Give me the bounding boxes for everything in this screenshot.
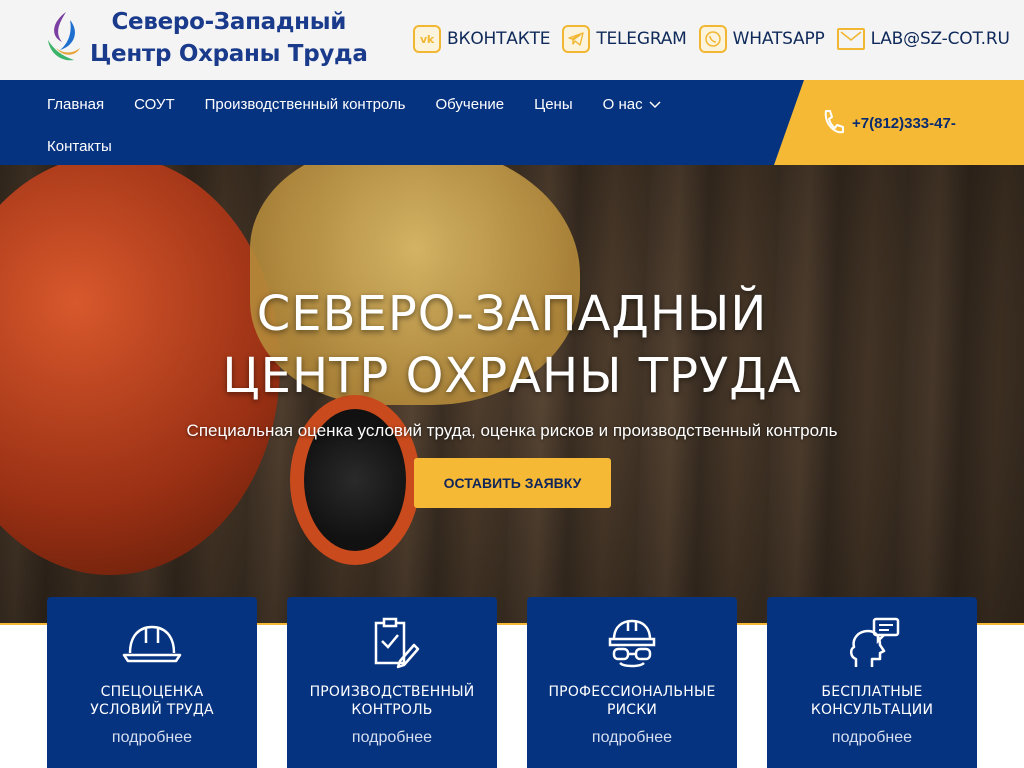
top-bar: Северо-Западный Центр Охраны Труда vk ВК… [0,0,1024,80]
service-card-title-line2: КОНТРОЛЬ [351,702,433,718]
nav-item-sout[interactable]: СОУТ [119,87,190,122]
nav-item-prices-label: Цены [534,96,573,113]
service-card-consultations[interactable]: БЕСПЛАТНЫЕ КОНСУЛЬТАЦИИ подробнее [767,597,977,768]
service-card-title-line2: КОНСУЛЬТАЦИИ [810,702,934,718]
hard-hat-icon [122,625,182,663]
nav-item-home[interactable]: Главная [32,87,119,122]
phone-number: +7(812)333-47- [852,114,956,132]
service-card-title: БЕСПЛАТНЫЕ КОНСУЛЬТАЦИИ [767,683,977,719]
nav-item-about-label: О нас [602,96,643,113]
service-card-sout[interactable]: СПЕЦОЦЕНКА УСЛОВИЙ ТРУДА подробнее [47,597,257,768]
service-card-title: ПРОФЕССИОНАЛЬНЫЕ РИСКИ [527,683,737,719]
nav-item-about[interactable]: О нас [588,87,676,122]
consultation-icon [850,617,900,667]
more-link[interactable]: подробнее [47,729,257,747]
nav-item-training-label: Обучение [435,96,505,113]
contact-whatsapp-label: WHATSAPP [732,29,825,49]
whatsapp-icon [698,25,727,53]
contact-email-label: LAB@SZ-COT.RU [870,29,1010,49]
checklist-icon [374,617,420,669]
contact-vk-link[interactable]: vk ВКОНТАКТЕ [413,25,551,53]
logo-mark-icon [48,12,80,61]
nav-item-production-control-label: Производственный контроль [204,96,406,113]
chevron-down-icon [649,100,661,108]
contact-whatsapp-link[interactable]: WHATSAPP [698,25,825,53]
hero-title-line1: СЕВЕРО-ЗАПАДНЫЙ [256,286,768,342]
telegram-icon [562,25,591,53]
hero-subtitle: Специальная оценка условий труда, оценка… [186,421,838,440]
service-card-title-line1: ПРОИЗВОДСТВЕННЫЙ [309,684,475,700]
worker-icon [608,619,656,668]
nav-item-prices[interactable]: Цены [519,87,588,122]
nav-item-production-control[interactable]: Производственный контроль [190,87,421,122]
service-card-title: СПЕЦОЦЕНКА УСЛОВИЙ ТРУДА [47,683,257,719]
service-card-risks[interactable]: ПРОФЕССИОНАЛЬНЫЕ РИСКИ подробнее [527,597,737,768]
nav-item-contacts-label: Контакты [47,138,112,155]
contact-vk-label: ВКОНТАКТЕ [447,29,551,49]
service-card-title-line1: БЕСПЛАТНЫЕ [821,684,923,700]
service-card-title-line1: ПРОФЕССИОНАЛЬНЫЕ [548,684,716,700]
service-card-production-control[interactable]: ПРОИЗВОДСТВЕННЫЙ КОНТРОЛЬ подробнее [287,597,497,768]
logo-line2: Центр Охраны Труда [90,41,368,67]
request-button[interactable]: ОСТАВИТЬ ЗАЯВКУ [414,458,611,508]
more-link[interactable]: подробнее [287,729,497,747]
hero-title: СЕВЕРО-ЗАПАДНЫЙ ЦЕНТР ОХРАНЫ ТРУДА [0,283,1024,407]
phone-icon [824,110,844,134]
service-card-title-line2: УСЛОВИЙ ТРУДА [90,702,214,718]
contact-email-link[interactable]: LAB@SZ-COT.RU [836,28,1010,50]
nav-item-sout-label: СОУТ [134,96,175,113]
phone-link[interactable]: +7(812)333-47- [820,108,956,138]
service-card-title: ПРОИЗВОДСТВЕННЫЙ КОНТРОЛЬ [287,683,497,719]
contacts: vk ВКОНТАКТЕ TELEGRAM WHATSAPP LAB@SZ-CO… [413,25,1022,53]
nav-item-home-label: Главная [47,96,105,113]
hero-title-line2: ЦЕНТР ОХРАНЫ ТРУДА [222,348,802,404]
contact-telegram-label: TELEGRAM [596,29,687,49]
nav-item-training[interactable]: Обучение [421,87,520,122]
contact-telegram-link[interactable]: TELEGRAM [562,25,687,53]
nav-item-contacts[interactable]: Контакты [32,129,127,164]
more-link[interactable]: подробнее [527,729,737,747]
service-card-title-line1: СПЕЦОЦЕНКА [100,684,204,700]
more-link[interactable]: подробнее [767,729,977,747]
logo[interactable]: Северо-Западный Центр Охраны Труда [44,6,368,70]
logo-line1: Северо-Западный [111,9,347,35]
mail-icon [836,28,865,50]
vk-icon: vk [413,25,441,53]
hero-banner: СЕВЕРО-ЗАПАДНЫЙ ЦЕНТР ОХРАНЫ ТРУДА Специ… [0,165,1024,625]
service-card-title-line2: РИСКИ [606,702,658,718]
